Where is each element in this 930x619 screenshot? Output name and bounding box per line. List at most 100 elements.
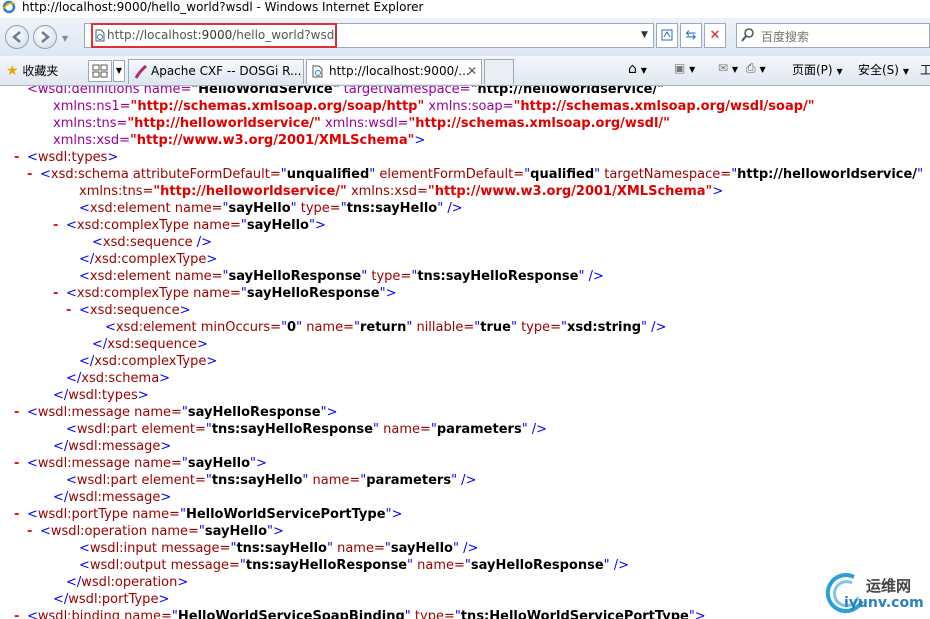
- refresh-button[interactable]: ⇆: [680, 23, 702, 48]
- favorites-button[interactable]: ★ 收藏夹: [6, 62, 58, 79]
- compatibility-view-button[interactable]: [656, 23, 678, 48]
- xml-token: xmlns:xsd=: [346, 184, 428, 199]
- stop-button[interactable]: ✕: [704, 23, 726, 48]
- read-mail-button[interactable]: ✉ ▼: [718, 61, 738, 75]
- safety-menu[interactable]: 安全(S) ▼: [858, 61, 909, 78]
- xml-token: wsdl:types: [37, 150, 108, 165]
- collapse-toggle[interactable]: -: [14, 608, 27, 619]
- xml-token: ">: [308, 218, 326, 233]
- page-icon: [95, 29, 105, 42]
- xml-token: </: [53, 439, 69, 454]
- xml-token: xmlns:tns=: [79, 184, 154, 199]
- xml-token: name=: [332, 541, 385, 556]
- xml-token: nillable=: [412, 320, 475, 335]
- xml-token: wsdl:message: [37, 405, 130, 420]
- xml-line: xmlns:tns="http://helloworldservice/" xm…: [53, 115, 670, 132]
- xml-line: - <wsdl:message name="sayHello">: [14, 455, 267, 472]
- xml-token: wsdl:operation: [50, 524, 147, 539]
- collapse-toggle[interactable]: -: [66, 302, 79, 319]
- xml-token: name=: [413, 558, 465, 573]
- xml-line: </wsdl:message>: [53, 489, 171, 506]
- collapse-toggle[interactable]: -: [53, 285, 66, 302]
- xml-token: " />: [578, 269, 604, 284]
- address-url[interactable]: http://localhost:9000/hello_world?wsdl: [107, 28, 338, 42]
- mail-dropdown-icon[interactable]: ▼: [732, 65, 738, 74]
- forward-arrow-icon: [41, 31, 50, 43]
- xml-token: <: [79, 558, 90, 573]
- xml-token: <: [66, 218, 77, 233]
- home-button[interactable]: ⌂ ▼: [628, 61, 647, 77]
- xml-token: xsd:sequence: [89, 303, 180, 318]
- xml-line: <xsd:element name="sayHello" type="tns:s…: [79, 200, 463, 217]
- close-tab-icon[interactable]: ✕: [467, 60, 477, 83]
- xml-token: </: [66, 371, 82, 386]
- feeds-dropdown-icon[interactable]: ▼: [689, 65, 695, 74]
- feeds-button[interactable]: ▣ ▼: [674, 61, 695, 75]
- xml-token: xsd:element: [89, 269, 171, 284]
- feather-icon: [134, 65, 147, 79]
- xml-token: xsd:sequence: [107, 337, 198, 352]
- quick-tabs-button[interactable]: [88, 60, 112, 82]
- xml-line: </wsdl:message>: [53, 438, 171, 455]
- search-box[interactable]: [736, 23, 930, 48]
- xml-token: <: [79, 541, 90, 556]
- home-icon: ⌂: [628, 61, 637, 77]
- history-dropdown-icon[interactable]: ▼: [62, 34, 68, 43]
- page-menu[interactable]: 页面(P) ▼: [792, 61, 843, 78]
- collapse-toggle[interactable]: -: [14, 149, 27, 166]
- xml-token: tns:sayHelloResponse: [417, 269, 579, 284]
- xml-line: - <wsdl:portType name="HelloWorldServiceP…: [14, 506, 402, 523]
- home-dropdown-icon[interactable]: ▼: [641, 66, 647, 75]
- xml-line: - <xsd:sequence>: [66, 302, 191, 319]
- xml-token: wsdl:part: [76, 422, 138, 437]
- xml-token: ">: [267, 524, 284, 539]
- rss-icon: ▣: [674, 61, 686, 75]
- xml-token: >: [160, 439, 172, 454]
- tab-list-dropdown[interactable]: ▼: [113, 60, 125, 82]
- xml-token: xsd:complexType: [94, 252, 207, 267]
- tools-menu[interactable]: 工: [920, 61, 930, 78]
- xml-token: HelloWorldServiceSoapBinding: [177, 609, 405, 619]
- xml-token: xsd:schema: [81, 371, 160, 386]
- tab-localhost-wsdl[interactable]: http://localhost:9000/... ✕: [306, 59, 482, 84]
- xml-token: attributeFormDefault=: [128, 167, 281, 182]
- xml-token: >: [158, 592, 170, 607]
- forward-button[interactable]: [33, 25, 57, 49]
- print-button[interactable]: ⎙ ▼: [746, 61, 766, 76]
- xml-document-view: <wsdl:definitions name="HelloWorldServic…: [0, 86, 930, 619]
- xml-token: " />: [452, 541, 479, 556]
- collapse-toggle[interactable]: -: [53, 217, 66, 234]
- xml-token: "http://www.w3.org/2001/XMLSchema": [427, 184, 713, 199]
- xml-token: true: [480, 320, 511, 335]
- new-tab-button[interactable]: [484, 59, 514, 84]
- xml-token: <: [79, 201, 90, 216]
- tab-apache-cxf[interactable]: Apache CXF -- DOSGi R...: [128, 59, 304, 84]
- xml-line: </xsd:schema>: [66, 370, 170, 387]
- collapse-toggle[interactable]: -: [14, 506, 27, 523]
- xml-token: "http://schemas.xmlsoap.org/wsdl/soap/": [513, 99, 815, 114]
- xml-token: ">: [688, 609, 706, 619]
- xml-token: <: [27, 507, 38, 522]
- xml-token: xsd:sequence: [102, 235, 193, 250]
- xml-token: ">: [320, 405, 338, 420]
- xml-line: - <wsdl:message name="sayHelloResponse">: [14, 404, 338, 421]
- print-dropdown-icon[interactable]: ▼: [759, 65, 765, 74]
- back-button[interactable]: [5, 25, 29, 49]
- tab-command-bar: ★ 收藏夹 ▼ Apache CXF -- DOSGi R... http://…: [0, 56, 930, 86]
- address-bar[interactable]: http://localhost:9000/hello_world?wsdl ▼: [84, 23, 654, 48]
- collapse-toggle[interactable]: -: [14, 404, 27, 421]
- xml-token: <: [92, 235, 103, 250]
- xml-token: </: [53, 592, 69, 607]
- address-dropdown-icon[interactable]: ▼: [641, 30, 648, 40]
- xml-token: tns:sayHelloResponse: [245, 558, 408, 573]
- xml-token: targetNamespace=: [600, 167, 732, 182]
- collapse-toggle[interactable]: -: [27, 166, 40, 183]
- xml-token: " />: [437, 201, 463, 216]
- xml-token: </: [66, 575, 82, 590]
- collapse-toggle[interactable]: -: [27, 523, 40, 540]
- xml-token: type=: [516, 320, 562, 335]
- collapse-toggle[interactable]: -: [14, 455, 27, 472]
- search-input[interactable]: [759, 27, 923, 46]
- xml-token: HelloWorldServicePortType: [185, 507, 386, 522]
- xml-token: sayHello: [187, 456, 250, 471]
